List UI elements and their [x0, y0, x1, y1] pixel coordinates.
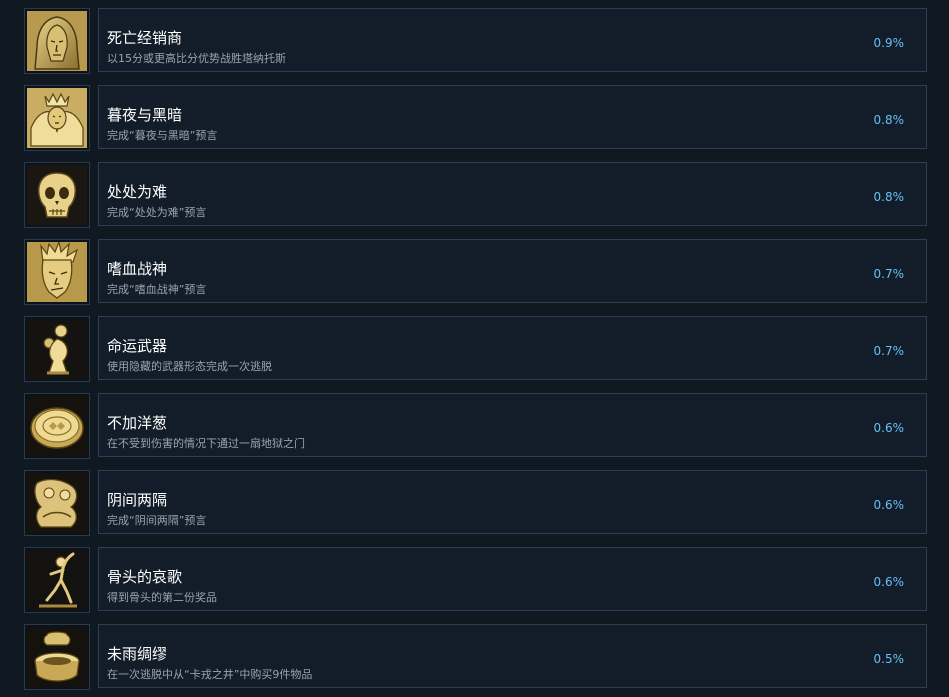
achievement-panel: 命运武器 使用隐藏的武器形态完成一次逃脱 0.7% [98, 316, 927, 380]
achievement-title: 处处为难 [107, 183, 168, 201]
unlock-percentage: 0.5% [873, 652, 905, 666]
winged-goddess-icon [27, 88, 87, 148]
unlock-percentage: 0.6% [873, 421, 905, 435]
achievement-row[interactable]: 未雨绸缪 在一次逃脱中从“卡戎之井”中购买9件物品 0.5% [0, 624, 949, 690]
achievement-row[interactable]: 阴间两隔 完成“阴间两隔”预言 0.6% [0, 470, 949, 536]
achievement-icon-frame [24, 624, 90, 690]
achievement-description: 完成“处处为难”预言 [107, 206, 207, 219]
well-icon [27, 627, 87, 687]
unlock-percentage: 0.7% [873, 267, 905, 281]
figures-relief-icon [27, 473, 87, 533]
achievement-icon-frame [24, 239, 90, 305]
unlock-percentage: 0.6% [873, 498, 905, 512]
achievement-list: 死亡经销商 以15分或更高比分优势战胜塔纳托斯 0.9% 暮夜与黑暗 完成“暮夜… [0, 0, 949, 697]
achievement-title: 死亡经销商 [107, 29, 183, 47]
unlock-percentage: 0.7% [873, 344, 905, 358]
achievement-row[interactable]: 处处为难 完成“处处为难”预言 0.8% [0, 162, 949, 228]
achievement-title: 阴间两隔 [107, 491, 168, 509]
achievement-panel: 不加洋葱 在不受到伤害的情况下通过一扇地狱之门 0.6% [98, 393, 927, 457]
achievement-icon-frame [24, 470, 90, 536]
achievement-panel: 处处为难 完成“处处为难”预言 0.8% [98, 162, 927, 226]
unlock-percentage: 0.8% [873, 113, 905, 127]
achievement-icon-frame [24, 162, 90, 228]
hooded-figure-icon [27, 11, 87, 71]
warrior-face-icon [27, 242, 87, 302]
achievement-icon-frame [24, 316, 90, 382]
achievement-description: 以15分或更高比分优势战胜塔纳托斯 [107, 52, 286, 65]
achievement-panel: 阴间两隔 完成“阴间两隔”预言 0.6% [98, 470, 927, 534]
achievement-icon-frame [24, 547, 90, 613]
achievement-panel: 嗜血战神 完成“嗜血战神”预言 0.7% [98, 239, 927, 303]
achievement-icon-frame [24, 85, 90, 151]
achievement-title: 骨头的哀歌 [107, 568, 183, 586]
achievement-title: 不加洋葱 [107, 414, 168, 432]
achievement-title: 未雨绸缪 [107, 645, 168, 663]
achievement-panel: 骨头的哀歌 得到骨头的第二份奖品 0.6% [98, 547, 927, 611]
skeleton-dancer-icon [27, 550, 87, 610]
achievement-title: 命运武器 [107, 337, 168, 355]
achievement-description: 在不受到伤害的情况下通过一扇地狱之门 [107, 437, 305, 450]
coin-icon [27, 396, 87, 456]
achievement-icon-frame [24, 393, 90, 459]
achievement-description: 完成“嗜血战神”预言 [107, 283, 207, 296]
skull-icon [27, 165, 87, 225]
achievement-title: 暮夜与黑暗 [107, 106, 183, 124]
achievement-row[interactable]: 不加洋葱 在不受到伤害的情况下通过一扇地狱之门 0.6% [0, 393, 949, 459]
achievement-description: 在一次逃脱中从“卡戎之井”中购买9件物品 [107, 668, 313, 681]
achievement-description: 完成“暮夜与黑暗”预言 [107, 129, 218, 142]
achievement-row[interactable]: 死亡经销商 以15分或更高比分优势战胜塔纳托斯 0.9% [0, 8, 949, 74]
achievement-row[interactable]: 骨头的哀歌 得到骨头的第二份奖品 0.6% [0, 547, 949, 613]
achievement-description: 得到骨头的第二份奖品 [107, 591, 217, 604]
achievement-title: 嗜血战神 [107, 260, 168, 278]
achievement-row[interactable]: 命运武器 使用隐藏的武器形态完成一次逃脱 0.7% [0, 316, 949, 382]
unlock-percentage: 0.6% [873, 575, 905, 589]
unlock-percentage: 0.8% [873, 190, 905, 204]
achievement-description: 完成“阴间两隔”预言 [107, 514, 207, 527]
achievement-description: 使用隐藏的武器形态完成一次逃脱 [107, 360, 272, 373]
golden-weapon-icon [27, 319, 87, 379]
achievement-row[interactable]: 暮夜与黑暗 完成“暮夜与黑暗”预言 0.8% [0, 85, 949, 151]
achievement-panel: 暮夜与黑暗 完成“暮夜与黑暗”预言 0.8% [98, 85, 927, 149]
unlock-percentage: 0.9% [873, 36, 905, 50]
achievement-row[interactable]: 嗜血战神 完成“嗜血战神”预言 0.7% [0, 239, 949, 305]
achievement-panel: 死亡经销商 以15分或更高比分优势战胜塔纳托斯 0.9% [98, 8, 927, 72]
achievement-panel: 未雨绸缪 在一次逃脱中从“卡戎之井”中购买9件物品 0.5% [98, 624, 927, 688]
achievement-icon-frame [24, 8, 90, 74]
